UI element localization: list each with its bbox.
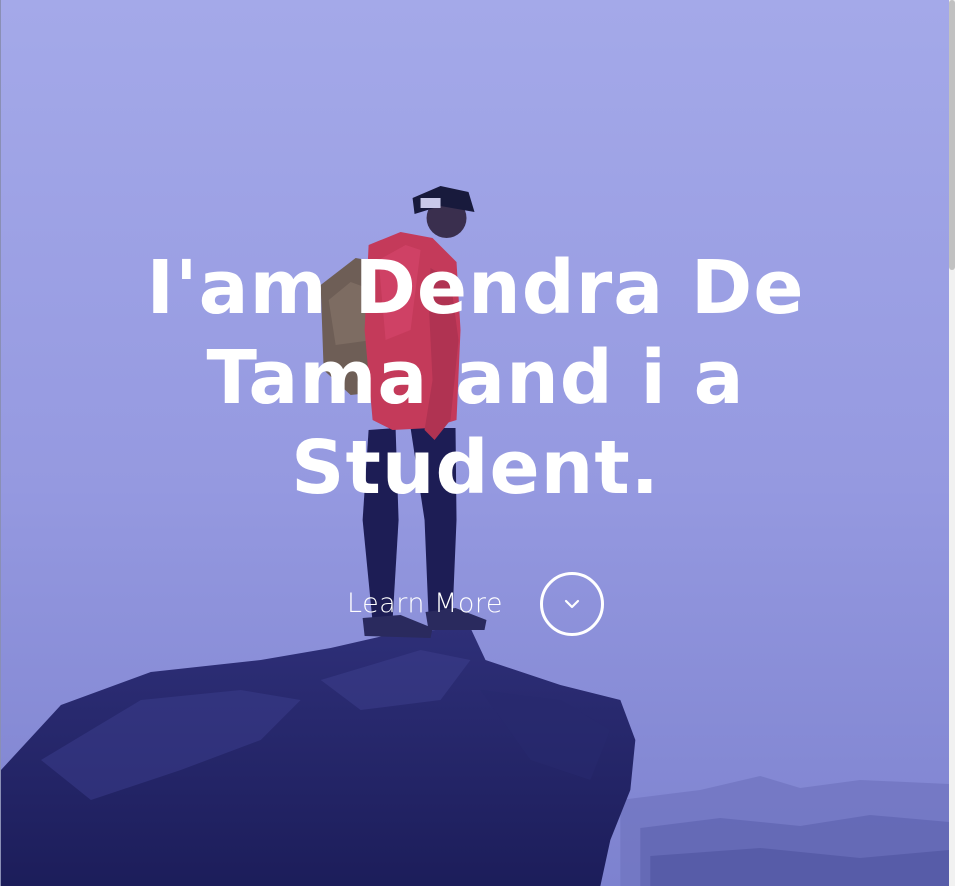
chevron-down-icon bbox=[564, 599, 580, 609]
scroll-down-button[interactable] bbox=[540, 572, 604, 636]
scrollbar-thumb[interactable] bbox=[949, 0, 955, 270]
learn-more-label: Learn More bbox=[347, 587, 503, 619]
page-scrollbar[interactable] bbox=[949, 0, 955, 886]
hero-title: I'am Dendra De Tama and i a Student. bbox=[146, 245, 805, 511]
hero-content: I'am Dendra De Tama and i a Student. Lea… bbox=[1, 0, 949, 886]
hero-section: I'am Dendra De Tama and i a Student. Lea… bbox=[0, 0, 949, 886]
learn-more-link[interactable]: Learn More bbox=[347, 578, 503, 628]
